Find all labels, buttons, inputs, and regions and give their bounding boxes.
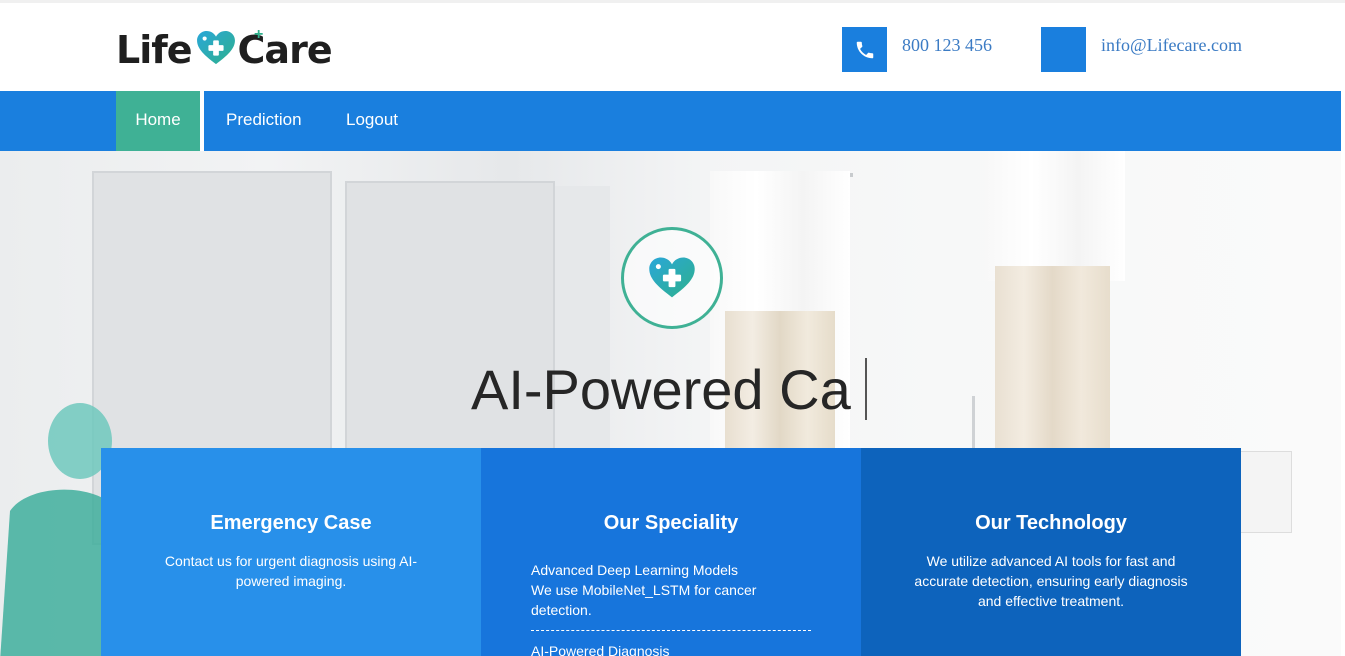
hero-badge xyxy=(621,227,723,329)
background-device xyxy=(1240,451,1292,533)
heart-cross-icon xyxy=(649,257,695,298)
divider xyxy=(531,630,811,631)
typing-cursor xyxy=(865,358,867,420)
list-item: Advanced Deep Learning Models We use Mob… xyxy=(531,560,811,630)
card-title: Our Speciality xyxy=(603,512,739,534)
hero-section: AI-Powered Ca Emergency Case Contact us … xyxy=(0,151,1341,656)
phone-number[interactable]: 800 123 456 xyxy=(902,35,992,56)
email-address[interactable]: info@Lifecare.com xyxy=(1101,35,1242,56)
card-emergency-case: Emergency Case Contact us for urgent dia… xyxy=(101,448,481,656)
speciality-heading: AI-Powered Diagnosis xyxy=(531,643,670,656)
card-title: Emergency Case xyxy=(210,512,372,534)
speciality-heading: Advanced Deep Learning Models xyxy=(531,562,739,578)
nav-item-label: Prediction xyxy=(226,110,302,129)
nav-item-logout[interactable]: Logout xyxy=(346,91,398,151)
speciality-list: Advanced Deep Learning Models We use Mob… xyxy=(531,560,811,656)
nav-item-home[interactable]: Home xyxy=(116,91,204,155)
card-body: Contact us for urgent diagnosis using AI… xyxy=(164,553,418,589)
list-item: AI-Powered Diagnosis xyxy=(531,641,811,656)
phone-icon xyxy=(842,27,887,72)
hero-title: AI-Powered Ca xyxy=(471,358,851,421)
contact-phone[interactable]: 800 123 456 xyxy=(842,27,992,72)
logo-plus-icon: + xyxy=(254,26,264,43)
card-title: Our Technology xyxy=(975,512,1127,534)
logo-word-care: Care xyxy=(237,28,333,72)
card-our-technology: Our Technology We utilize advanced AI to… xyxy=(861,448,1241,656)
card-body: We utilize advanced AI tools for fast an… xyxy=(914,553,1188,609)
background-curtain xyxy=(985,151,1125,281)
card-our-speciality: Our Speciality Advanced Deep Learning Mo… xyxy=(481,448,861,656)
logo-word-life: Life xyxy=(116,28,193,72)
nav-item-prediction[interactable]: Prediction xyxy=(226,91,302,151)
main-nav: Home Prediction Logout xyxy=(0,91,1341,155)
logo[interactable]: Life + Care xyxy=(116,26,333,72)
email-icon xyxy=(1041,27,1086,72)
nav-item-label: Home xyxy=(135,110,181,129)
header: Life + Care 800 123 456 info@Lifecare.co xyxy=(0,0,1345,91)
nav-item-label: Logout xyxy=(346,110,398,129)
speciality-text: We use MobileNet_LSTM for cancer detecti… xyxy=(531,582,757,618)
heart-cross-icon xyxy=(196,30,235,65)
contact-email[interactable]: info@Lifecare.com xyxy=(1041,27,1242,72)
